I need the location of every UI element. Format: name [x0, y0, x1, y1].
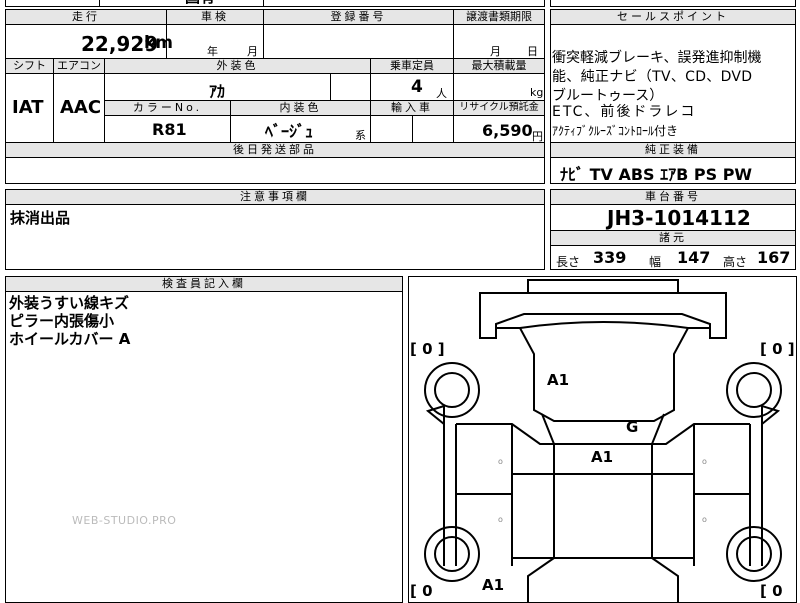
specs-header: 諸元 [550, 230, 796, 246]
mileage-header: 走行 [5, 9, 167, 25]
exterior-color-header: 外装色 [104, 58, 371, 74]
inspection-cell: 年 月 [166, 24, 264, 59]
top-partial-text: 国有 [185, 0, 215, 5]
sales-point-line: ETC、前後ドラレコ [552, 104, 697, 120]
specs-height-label: 高さ [723, 255, 748, 269]
specs-cell: 長さ 339 幅 147 高さ 167 [550, 245, 796, 270]
chassis-value: JH3-1014112 [607, 206, 751, 230]
sales-points-header: セールスポイント [550, 9, 796, 25]
sales-points-cell: 衝突軽減ブレーキ、誤発進抑制機 能、純正ナビ（TV、CD、DVD ブルートゥース… [550, 24, 796, 143]
color-no-value: R81 [152, 120, 187, 139]
capacity-cell: 4 人 [370, 73, 454, 101]
exterior-color-extra-cell [330, 73, 371, 101]
aircon-value: AAC [60, 97, 102, 118]
exterior-color-cell: ｱｶ [104, 73, 331, 101]
transfer-cell: 月 日 [453, 24, 545, 59]
svg-text:o: o [498, 515, 503, 524]
inspection-year-label: 年 [207, 45, 218, 58]
top-partial-divider [99, 0, 100, 7]
sales-point-line: 衝突軽減ブレーキ、誤発進抑制機 [552, 50, 762, 66]
interior-color-cell: ﾍﾞｰｼﾞｭ 系 [230, 115, 371, 143]
top-partial-divider [263, 0, 264, 7]
top-partial-right [550, 0, 796, 7]
sales-point-line: 能、純正ナビ（TV、CD、DVD [552, 69, 753, 85]
color-no-cell: R81 [104, 115, 231, 143]
recycle-header: リサイクル預託金 [453, 100, 545, 116]
later-parts-cell [5, 157, 545, 184]
aircon-cell: AAC [53, 73, 105, 143]
later-parts-header: 後日発送部品 [5, 142, 545, 158]
registration-header: 登録番号 [263, 9, 454, 25]
svg-text:o: o [498, 457, 503, 466]
aircon-header: エアコン [53, 58, 105, 74]
interior-color-value: ﾍﾞｰｼﾞｭ [265, 122, 314, 141]
inspector-line: 外装うすい線キズ [9, 294, 130, 312]
specs-width-label: 幅 [649, 255, 662, 269]
inspection-month-label: 月 [247, 45, 258, 58]
color-no-header: カラーNo. [104, 100, 231, 116]
notes-cell: 抹消出品 [5, 204, 545, 270]
tire-tread-front-left: [ 0 ] [410, 340, 445, 358]
equipment-value: ﾅﾋﾞ TV ABS ｴｱB PS PW [560, 165, 753, 184]
transfer-day-label: 日 [527, 45, 538, 58]
registration-cell [263, 24, 454, 59]
tire-tread-rear-right: [ 0 [760, 582, 783, 600]
capacity-unit: 人 [436, 87, 447, 100]
specs-height: 167 [757, 248, 791, 267]
damage-mark-hood: A1 [547, 371, 570, 389]
notes-value: 抹消出品 [10, 209, 71, 227]
capacity-value: 4 [411, 77, 423, 97]
recycle-cell: 6,590 円 [453, 115, 545, 143]
damage-mark-roof: A1 [591, 448, 614, 466]
inspector-line: ピラー内張傷小 [9, 312, 115, 330]
inspector-cell: 外装うすい線キズ ピラー内張傷小 ホイールカバー A [5, 291, 403, 603]
tire-tread-rear-left: [ 0 [410, 582, 433, 600]
inspection-header: 車検 [166, 9, 264, 25]
interior-color-suffix: 系 [355, 129, 366, 142]
mileage-cell: 22,929 km [5, 24, 173, 59]
specs-width: 147 [677, 248, 711, 267]
capacity-header: 乗車定員 [370, 58, 454, 74]
transfer-month-label: 月 [490, 45, 501, 58]
top-partial-row [5, 0, 545, 7]
recycle-value: 6,590 [482, 121, 533, 140]
equipment-cell: ﾅﾋﾞ TV ABS ｴｱB PS PW [550, 157, 796, 184]
inspector-header: 検査員記入欄 [5, 276, 403, 292]
import-cell-a [370, 115, 413, 143]
watermark: WEB-STUDIO.PRO [72, 514, 177, 527]
damage-mark-rear-left: A1 [482, 576, 505, 594]
chassis-cell: JH3-1014112 [550, 204, 796, 231]
damage-mark-windshield: G [626, 418, 639, 436]
equipment-header: 純正装備 [550, 142, 796, 158]
max-load-cell: kg [453, 73, 545, 101]
max-load-header: 最大積載量 [453, 58, 545, 74]
svg-text:o: o [702, 515, 707, 524]
tire-tread-front-right: [ 0 ] [760, 340, 795, 358]
specs-length: 339 [593, 248, 627, 267]
import-cell-b [412, 115, 454, 143]
car-diagram: o o o o [424, 279, 782, 603]
specs-length-label: 長さ [556, 255, 581, 269]
svg-text:o: o [702, 457, 707, 466]
sales-point-line: ｱｸﾃｨﾌﾞｸﾙｰｽﾞｺﾝﾄﾛｰﾙ付き [552, 124, 679, 138]
notes-header: 注意事項欄 [5, 189, 545, 205]
exterior-color-value: ｱｶ [209, 82, 226, 101]
shift-cell: IAT [5, 73, 54, 143]
max-load-unit: kg [530, 86, 544, 99]
shift-header: シフト [5, 58, 54, 74]
chassis-header: 車台番号 [550, 189, 796, 205]
inspector-line: ホイールカバー A [9, 330, 131, 348]
transfer-header: 譲渡書類期限 [453, 9, 545, 25]
import-header: 輸入車 [370, 100, 454, 116]
interior-color-header: 内装色 [230, 100, 371, 116]
shift-value: IAT [12, 97, 44, 118]
